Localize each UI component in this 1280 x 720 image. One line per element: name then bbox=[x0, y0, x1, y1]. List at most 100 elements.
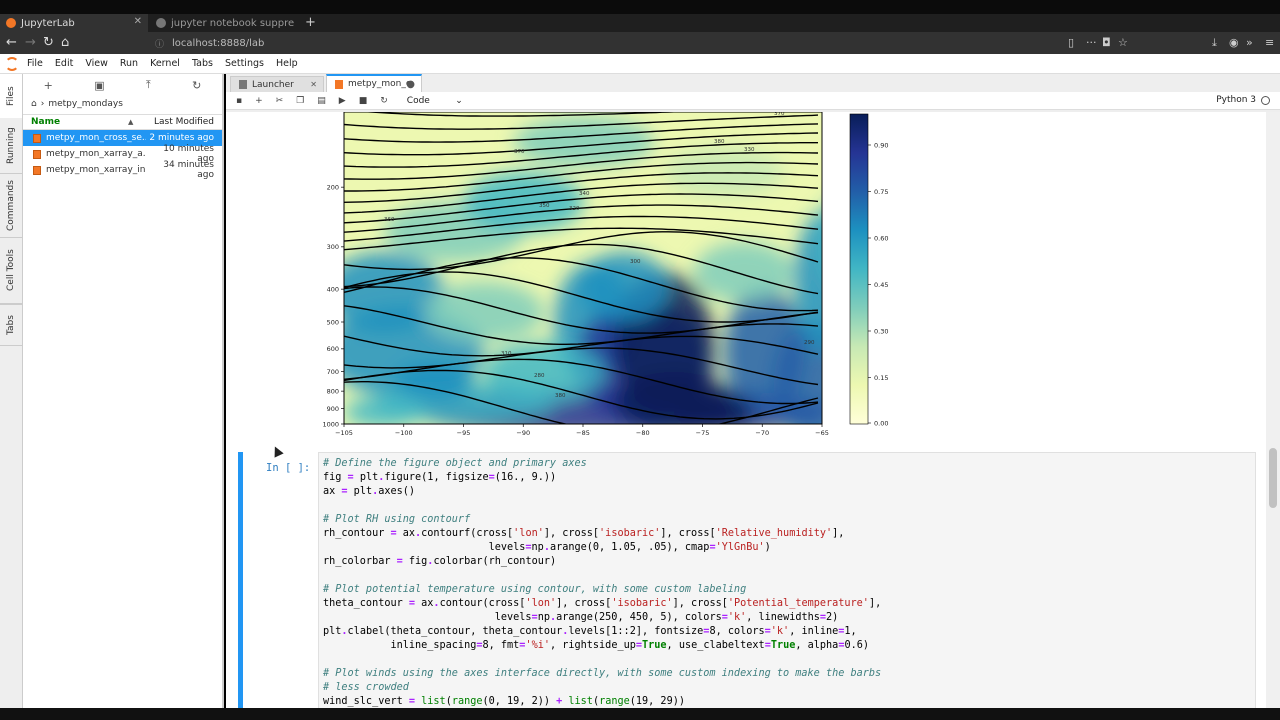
cell-collapser[interactable] bbox=[238, 452, 243, 708]
menu-edit[interactable]: Edit bbox=[55, 58, 73, 69]
url-bar[interactable]: ⓘ localhost:8888/lab bbox=[155, 34, 1135, 52]
modified-column-header[interactable]: Last Modified bbox=[148, 117, 222, 127]
page-actions-icon[interactable]: ··· bbox=[1086, 36, 1097, 49]
y-tick-label: 800 bbox=[327, 387, 339, 395]
tab-files[interactable]: Files bbox=[0, 74, 22, 118]
file-list-item[interactable]: metpy_mon_xarray_in... 34 minutes ago bbox=[23, 160, 222, 180]
code-token: 'Relative_humidity' bbox=[715, 528, 833, 539]
close-tab-icon[interactable]: ✕ bbox=[134, 16, 142, 27]
unsaved-dot-icon[interactable]: ● bbox=[406, 79, 415, 90]
tab-cell-tools[interactable]: Cell Tools bbox=[0, 238, 22, 304]
os-bottom-bar bbox=[0, 708, 1280, 720]
code-token: plt bbox=[353, 472, 379, 483]
home-folder-icon[interactable]: ⌂ bbox=[31, 99, 37, 109]
breadcrumb-folder[interactable]: metpy_mondays bbox=[48, 99, 123, 109]
insert-cell-icon[interactable]: + bbox=[255, 96, 263, 106]
browser-tab-jupyterlab[interactable]: JupyterLab ✕ bbox=[0, 14, 148, 32]
x-tick-label: −90 bbox=[516, 429, 530, 437]
menu-file[interactable]: File bbox=[27, 58, 43, 69]
pocket-icon[interactable]: ◘ bbox=[1102, 36, 1111, 49]
menu-settings[interactable]: Settings bbox=[225, 58, 264, 69]
restart-icon[interactable]: ↻ bbox=[380, 96, 388, 106]
forward-icon[interactable]: → bbox=[25, 35, 36, 51]
scrollbar-thumb[interactable] bbox=[1269, 448, 1277, 508]
menu-kernel[interactable]: Kernel bbox=[150, 58, 180, 69]
menu-help[interactable]: Help bbox=[276, 58, 298, 69]
overflow-icon[interactable]: » bbox=[1246, 36, 1253, 49]
rh-blob bbox=[579, 252, 669, 322]
kernel-name[interactable]: Python 3 bbox=[1216, 95, 1256, 105]
jupyter-logo-icon bbox=[5, 56, 19, 71]
code-token: ], cross[ bbox=[543, 528, 600, 539]
tab-commands[interactable]: Commands bbox=[0, 174, 22, 238]
kernel-status-icon bbox=[1261, 96, 1270, 105]
tab-tabs[interactable]: Tabs bbox=[0, 304, 22, 346]
browser-tab-search[interactable]: jupyter notebook suppress bbox=[150, 14, 300, 32]
code-line: inline_spacing=8, fmt='%i', rightside_up… bbox=[323, 639, 1255, 653]
reader-view-icon[interactable]: ▯ bbox=[1068, 36, 1074, 49]
rh-blob bbox=[694, 242, 794, 302]
paste-icon[interactable]: ▤ bbox=[317, 96, 326, 106]
save-icon[interactable]: ▪ bbox=[236, 96, 242, 106]
new-launcher-icon[interactable]: + bbox=[44, 79, 53, 92]
code-editor[interactable]: # Define the figure object and primary a… bbox=[318, 452, 1256, 708]
code-token: list bbox=[421, 696, 446, 707]
new-folder-icon[interactable]: ▣ bbox=[94, 79, 104, 92]
home-icon[interactable]: ⌂ bbox=[61, 35, 69, 51]
code-token: # Plot winds using the axes interface di… bbox=[323, 668, 882, 679]
tab-running[interactable]: Running bbox=[0, 118, 22, 174]
file-browser-toolbar: + ▣ ⤒ ↻ bbox=[23, 74, 222, 96]
x-tick-label: −105 bbox=[335, 429, 353, 437]
file-modified: 34 minutes ago bbox=[163, 160, 214, 180]
refresh-icon[interactable]: ↻ bbox=[192, 79, 201, 92]
x-tick-label: −65 bbox=[815, 429, 829, 437]
new-tab-button[interactable]: + bbox=[305, 15, 316, 30]
code-token: axes() bbox=[378, 486, 416, 497]
y-tick-label: 900 bbox=[327, 405, 339, 413]
upload-icon[interactable]: ⤒ bbox=[146, 78, 151, 92]
code-cell[interactable]: In [ ]: # Define the figure object and p… bbox=[238, 452, 1256, 708]
code-token: # less crowded bbox=[323, 682, 409, 693]
code-token: range bbox=[451, 696, 483, 707]
scrollbar[interactable] bbox=[1266, 112, 1280, 708]
code-line: theta_contour = ax.contour(cross['lon'],… bbox=[323, 597, 1255, 611]
extension-icon[interactable]: ◉ bbox=[1229, 36, 1239, 49]
hamburger-menu-icon[interactable]: ≡ bbox=[1265, 36, 1274, 49]
colorbar-tick-label: 0.30 bbox=[874, 327, 888, 335]
tab-launcher[interactable]: Launcher ✕ bbox=[230, 76, 324, 92]
colorbar-tick-label: 0.00 bbox=[874, 419, 888, 427]
sort-ascending-icon[interactable]: ▲ bbox=[128, 118, 148, 126]
menu-view[interactable]: View bbox=[85, 58, 108, 69]
cross-section-plot: 380370 330360340350 320300310290280380370 … bbox=[322, 112, 888, 437]
code-token: arange(0, 1.05, .05), cmap bbox=[549, 542, 710, 553]
close-tab-icon[interactable]: ✕ bbox=[310, 80, 317, 89]
run-icon[interactable]: ▶ bbox=[339, 96, 346, 106]
cell-type-select[interactable]: Code ⌄ bbox=[407, 96, 463, 106]
name-column-header[interactable]: Name bbox=[23, 117, 128, 127]
code-token: 'isobaric' bbox=[599, 528, 661, 539]
tab-notebook[interactable]: metpy_mon_cr ● bbox=[326, 74, 422, 92]
code-line: # Define the figure object and primary a… bbox=[323, 457, 1255, 471]
contour-label: 380 bbox=[555, 393, 566, 399]
jupyter-favicon-icon bbox=[6, 18, 16, 28]
y-tick-label: 300 bbox=[327, 243, 339, 251]
colorbar-ticks: 0.90 0.75 0.60 0.45 0.30 0.15 0.00 bbox=[868, 141, 888, 427]
rh-blob bbox=[674, 392, 754, 424]
copy-icon[interactable]: ❐ bbox=[296, 96, 304, 106]
code-token: , rightside_up bbox=[549, 640, 636, 651]
browser-tab-strip: JupyterLab ✕ jupyter notebook suppress bbox=[0, 14, 1280, 32]
download-icon[interactable]: ⤓ bbox=[1212, 36, 1217, 50]
back-icon[interactable]: ← bbox=[6, 35, 17, 51]
code-token: True bbox=[770, 640, 796, 651]
code-token: True bbox=[642, 640, 667, 651]
menu-tabs[interactable]: Tabs bbox=[192, 58, 213, 69]
menu-run[interactable]: Run bbox=[120, 58, 138, 69]
breadcrumb: ⌂ › metpy_mondays bbox=[31, 99, 123, 109]
stop-icon[interactable]: ■ bbox=[359, 96, 368, 106]
bookmark-star-icon[interactable]: ☆ bbox=[1118, 36, 1128, 49]
reload-icon[interactable]: ↻ bbox=[43, 35, 54, 51]
cut-icon[interactable]: ✂ bbox=[276, 96, 284, 106]
code-line: wind_slc_vert = list(range(0, 19, 2)) + … bbox=[323, 695, 1255, 708]
code-line: # Plot potential temperature using conto… bbox=[323, 583, 1255, 597]
code-token: np bbox=[531, 542, 544, 553]
